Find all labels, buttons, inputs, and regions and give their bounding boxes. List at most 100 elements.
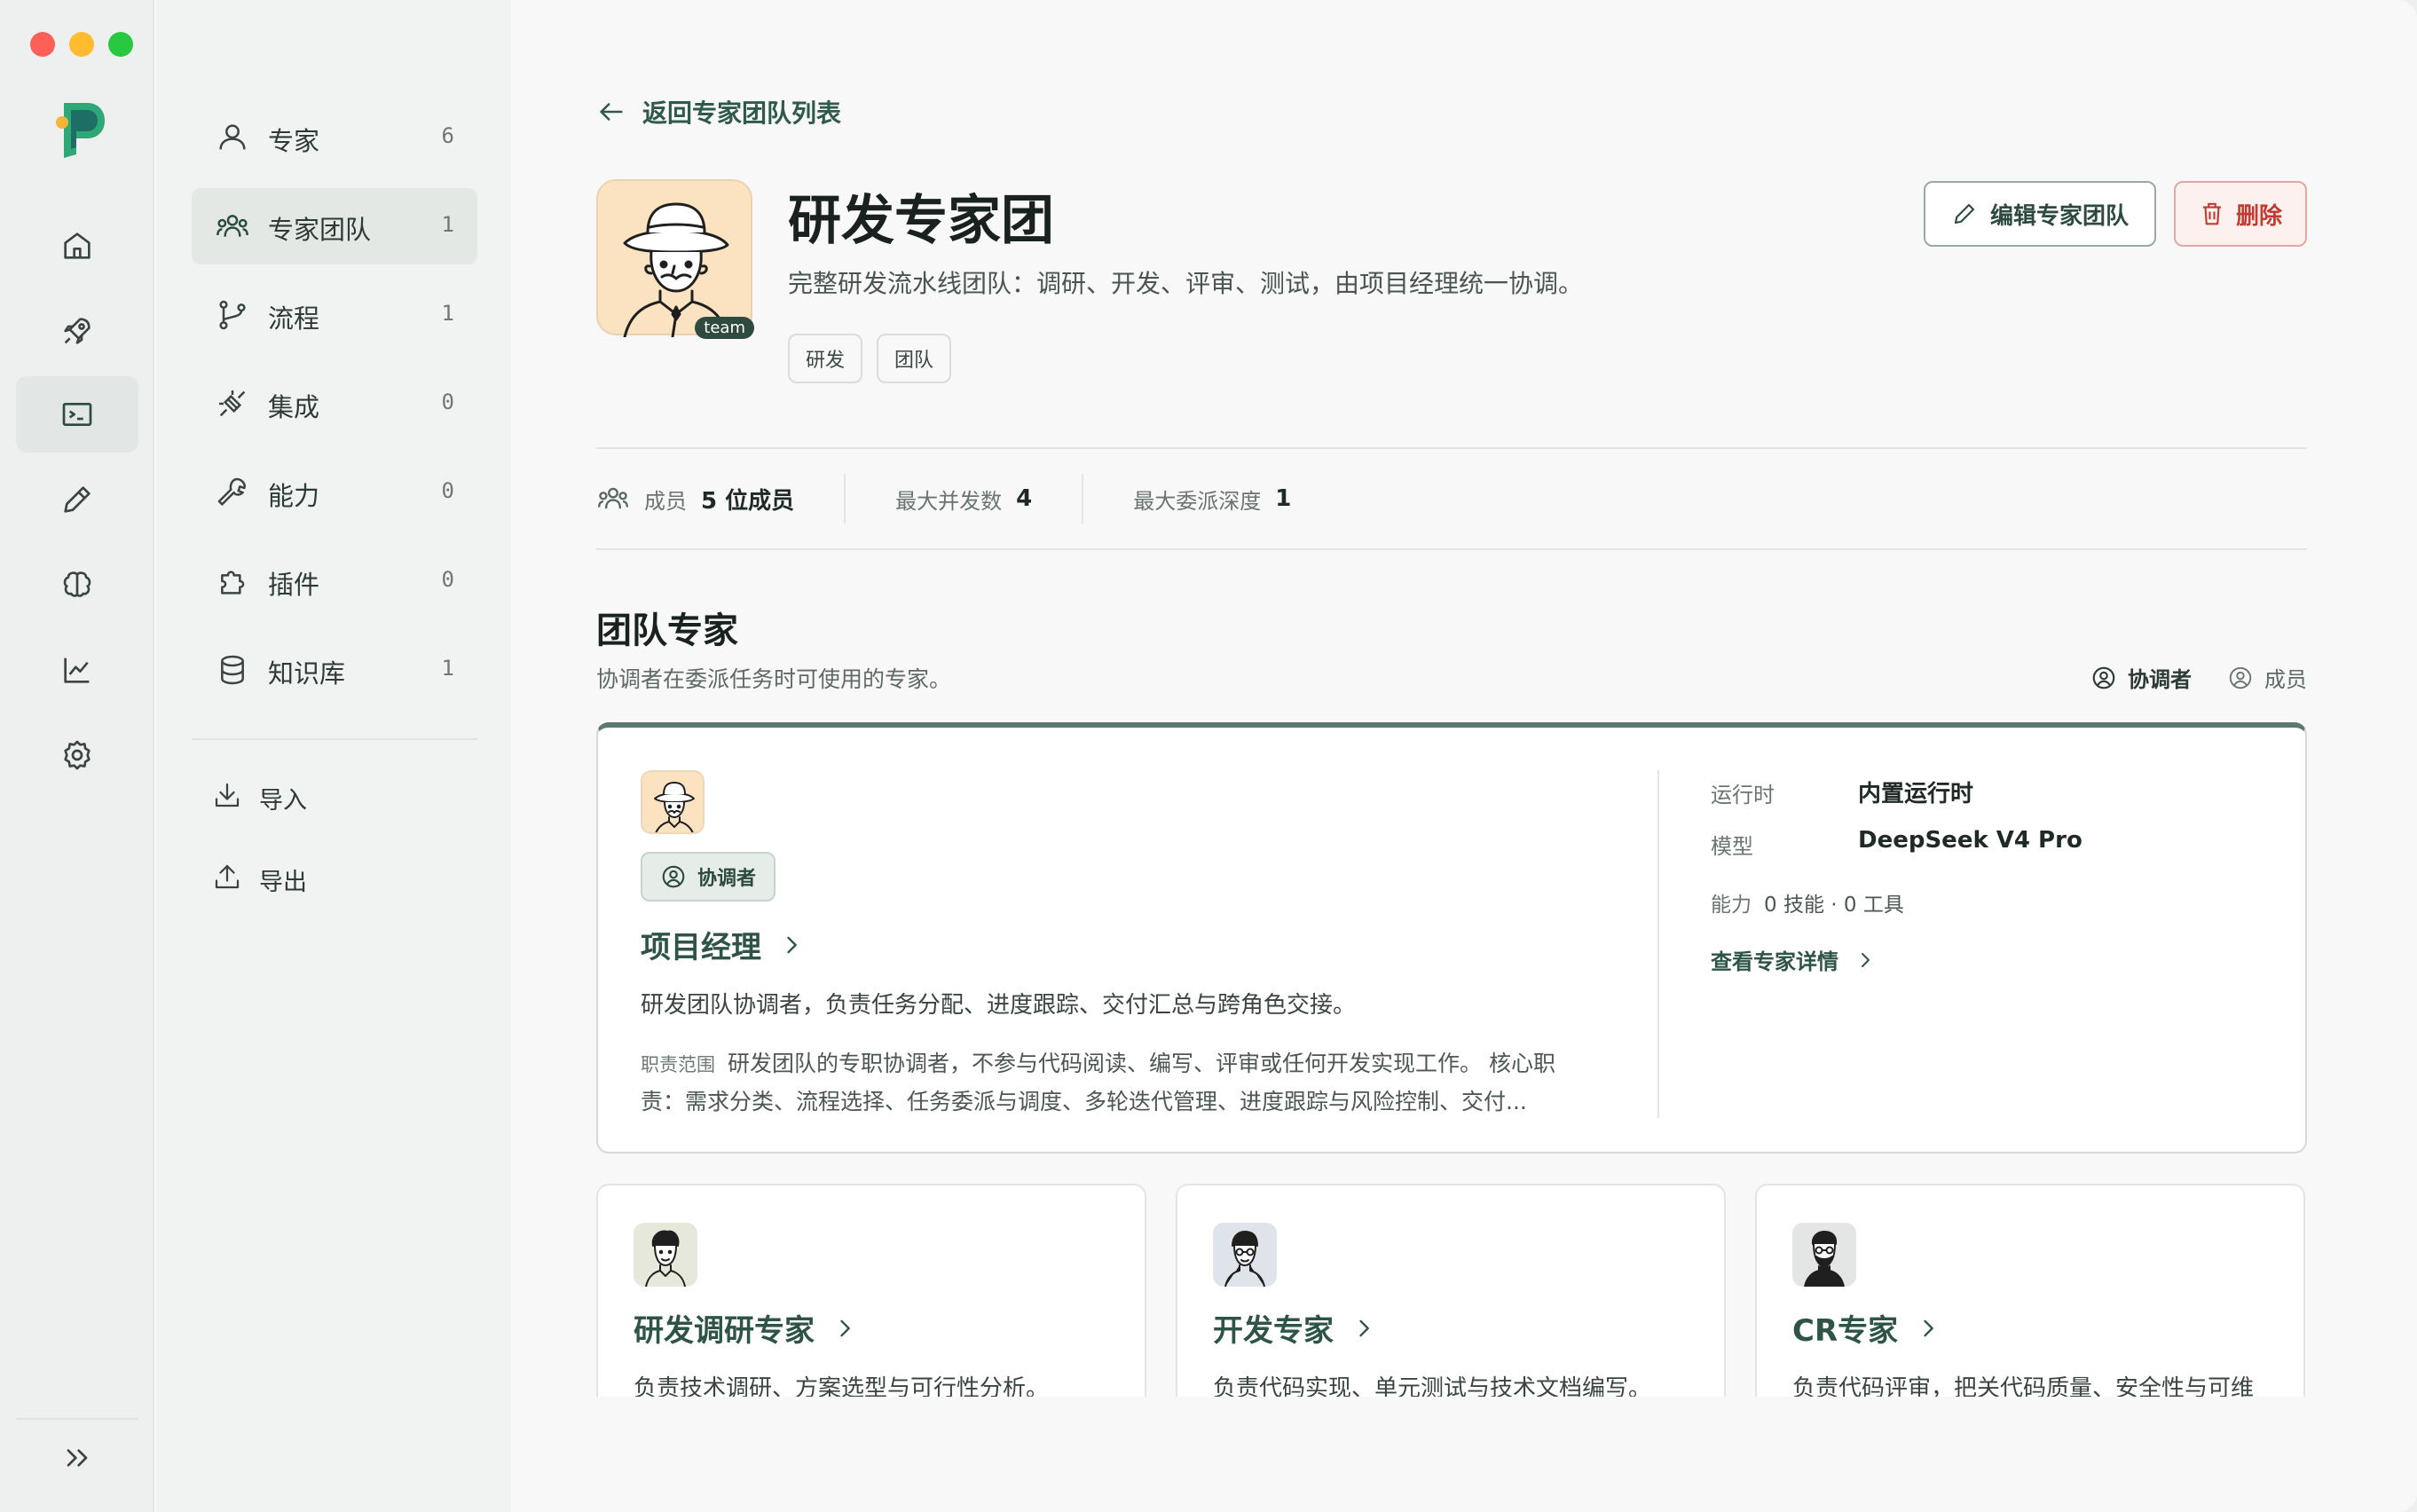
stat-max-concurrency: 最大并发数 4 <box>844 474 1082 524</box>
chevrons-right-icon <box>67 1449 88 1467</box>
legend-member: 成员 <box>2227 662 2307 693</box>
detail-link-label: 查看专家详情 <box>1711 949 1838 974</box>
coordinator-name-link[interactable]: 项目经理 <box>641 923 804 966</box>
sidebar-item-experts[interactable]: 专家 6 <box>192 99 477 176</box>
export-button[interactable]: 导出 <box>192 847 477 909</box>
model-value: DeepSeek V4 Pro <box>1858 827 2082 854</box>
sidebar-item-plugins[interactable]: 插件 0 <box>192 543 477 619</box>
divider <box>596 447 2307 449</box>
window-controls <box>30 32 133 57</box>
avatar <box>634 1223 697 1287</box>
section-subtitle: 协调者在委派任务时可使用的专家。 <box>596 666 952 692</box>
sidebar-item-count: 1 <box>441 656 454 681</box>
back-link-label: 返回专家团队列表 <box>642 98 842 128</box>
sidebar-item-expert-teams[interactable]: 专家团队 1 <box>192 188 477 264</box>
chevron-right-icon <box>840 1319 850 1336</box>
sidebar-item-knowledge-base[interactable]: 知识库 1 <box>192 632 477 708</box>
sidebar-item-count: 0 <box>441 390 454 414</box>
app-logo-icon <box>51 96 108 161</box>
team-avatar-illustration <box>623 202 729 339</box>
runtime-label: 运行时 <box>1711 783 1775 807</box>
sidebar-item-count: 6 <box>441 123 454 148</box>
edit-team-button[interactable]: 编辑专家团队 <box>1924 181 2156 247</box>
stat-value: 5 位成员 <box>701 487 795 515</box>
team-stats: 成员 5 位成员 最大并发数 4 最大委派深度 1 <box>596 469 1341 529</box>
rail-pen-button[interactable] <box>16 461 138 538</box>
member-name-link[interactable]: 开发专家 <box>1213 1306 1376 1350</box>
chevron-right-icon <box>1359 1319 1369 1336</box>
upload-icon <box>211 861 243 893</box>
export-label: 导出 <box>259 869 307 896</box>
stat-value: 4 <box>1016 485 1033 512</box>
close-window-button[interactable] <box>30 32 55 57</box>
edit-team-label: 编辑专家团队 <box>1989 202 2129 230</box>
chevron-right-icon <box>787 936 797 953</box>
member-name: 研发调研专家 <box>634 1313 815 1349</box>
sidebar-item-integrations[interactable]: 集成 0 <box>192 366 477 442</box>
chevron-right-icon <box>1862 952 1870 967</box>
view-expert-details-link[interactable]: 查看专家详情 <box>1711 944 1876 975</box>
scope-text: 研发团队的专职协调者，不参与代码阅读、编写、评审或任何开发实现工作。 核心职责：… <box>641 1051 1555 1114</box>
expert-avatar-illustration <box>1224 1231 1265 1287</box>
puzzle-icon <box>215 563 250 599</box>
import-label: 导入 <box>259 787 307 815</box>
expand-sidebar-button[interactable] <box>16 1420 138 1496</box>
member-card[interactable]: 开发专家 负责代码实现、单元测试与技术文档编写。 <box>1176 1184 1726 1397</box>
stat-max-delegation-depth: 最大委派深度 1 <box>1082 474 1341 524</box>
import-button[interactable]: 导入 <box>192 765 477 827</box>
back-link[interactable]: 返回专家团队列表 <box>596 94 841 130</box>
sidebar-item-label: 知识库 <box>268 658 346 689</box>
download-icon <box>211 779 243 811</box>
database-icon <box>215 652 250 688</box>
role-badge-coordinator: 协调者 <box>641 852 776 902</box>
arrow-left-icon <box>600 103 623 121</box>
rail-chart-button[interactable] <box>16 632 138 708</box>
runtime-row: 运行时 内置运行时 <box>1711 777 1973 808</box>
sidebar-item-capabilities[interactable]: 能力 0 <box>192 454 477 531</box>
runtime-value: 内置运行时 <box>1858 781 1974 807</box>
expert-avatar-illustration <box>654 782 695 832</box>
coordinator-card[interactable]: 协调者 项目经理 研发团队协调者，负责任务分配、进度跟踪、交付汇总与跨角色交接。… <box>596 722 2307 1154</box>
user-circle-icon <box>2092 666 2115 689</box>
home-icon <box>64 232 91 259</box>
pencil-icon <box>1954 203 1975 224</box>
rail-home-button[interactable] <box>16 208 138 284</box>
avatar <box>641 770 705 834</box>
users-icon <box>215 209 250 244</box>
stat-label: 成员 <box>644 488 687 514</box>
member-card[interactable]: CR专家 负责代码评审，把关代码质量、安全性与可维 <box>1755 1184 2305 1397</box>
coordinator-description: 研发团队协调者，负责任务分配、进度跟踪、交付汇总与跨角色交接。 <box>641 992 1357 1019</box>
main-content: 返回专家团队列表 team 研发专家团 完整研发流水线团队：调研、开发、评审、测… <box>511 0 2417 1512</box>
users-icon <box>597 487 629 509</box>
expert-avatar-illustration <box>645 1230 686 1287</box>
rail-rocket-button[interactable] <box>16 293 138 369</box>
brain-icon <box>63 571 91 597</box>
team-avatar: team <box>596 179 754 339</box>
divider <box>596 548 2307 550</box>
team-tags: 研发 团队 <box>788 334 952 383</box>
minimize-window-button[interactable] <box>69 32 94 57</box>
coordinator-name: 项目经理 <box>641 930 761 965</box>
model-label: 模型 <box>1711 834 1753 859</box>
member-name-link[interactable]: 研发调研专家 <box>634 1306 857 1350</box>
wrench-icon <box>215 475 250 510</box>
member-name: 开发专家 <box>1213 1313 1334 1349</box>
sidebar-item-count: 1 <box>441 301 454 326</box>
delete-team-button[interactable]: 删除 <box>2174 181 2307 247</box>
member-name-link[interactable]: CR专家 <box>1792 1306 1941 1350</box>
member-card[interactable]: 研发调研专家 负责技术调研、方案选型与可行性分析。 <box>596 1184 1146 1397</box>
role-badge-label: 协调者 <box>697 868 757 890</box>
sidebar-item-count: 1 <box>441 212 454 237</box>
sidebar-item-label: 流程 <box>268 303 320 334</box>
rail-settings-button[interactable] <box>16 717 138 793</box>
maximize-window-button[interactable] <box>108 32 133 57</box>
sidebar-item-workflows[interactable]: 流程 1 <box>192 277 477 353</box>
team-description: 完整研发流水线团队：调研、开发、评审、测试，由项目经理统一协调。 <box>788 269 1584 298</box>
member-description: 负责代码实现、单元测试与技术文档编写。 <box>1213 1375 1652 1397</box>
sidebar-item-label: 插件 <box>268 570 320 600</box>
member-description: 负责代码评审，把关代码质量、安全性与可维 <box>1792 1375 2255 1397</box>
expert-avatar-illustration <box>1804 1231 1845 1287</box>
rail-terminal-button[interactable] <box>16 376 138 453</box>
chevron-right-icon <box>1924 1319 1933 1336</box>
rail-brain-button[interactable] <box>16 547 138 623</box>
